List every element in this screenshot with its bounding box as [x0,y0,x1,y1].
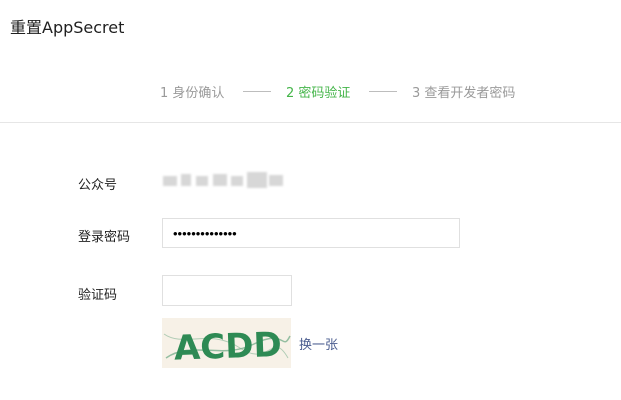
step-password-verify: 2 密码验证 [286,86,351,101]
step-connector [369,91,397,92]
captcha-image-text: ACDD [173,325,282,368]
step-view-developer-secret: 3 查看开发者密码 [412,86,516,101]
refresh-captcha-link[interactable]: 换一张 [299,334,338,353]
password-input[interactable] [162,218,460,248]
account-label: 公众号 [78,178,118,193]
step-indicator: 1 身份确认 2 密码验证 3 查看开发者密码 [0,82,621,102]
captcha-image-graphic: ACDD [163,325,291,368]
account-name-redacted [163,172,283,188]
header-divider [0,122,621,123]
step-identity-confirm: 1 身份确认 [160,86,225,101]
password-label: 登录密码 [78,230,131,245]
captcha-label: 验证码 [78,288,118,303]
step-connector [243,91,271,92]
captcha-image: ACDD [162,318,291,368]
captcha-input[interactable] [162,275,292,306]
page-title: 重置AppSecret [10,18,125,37]
